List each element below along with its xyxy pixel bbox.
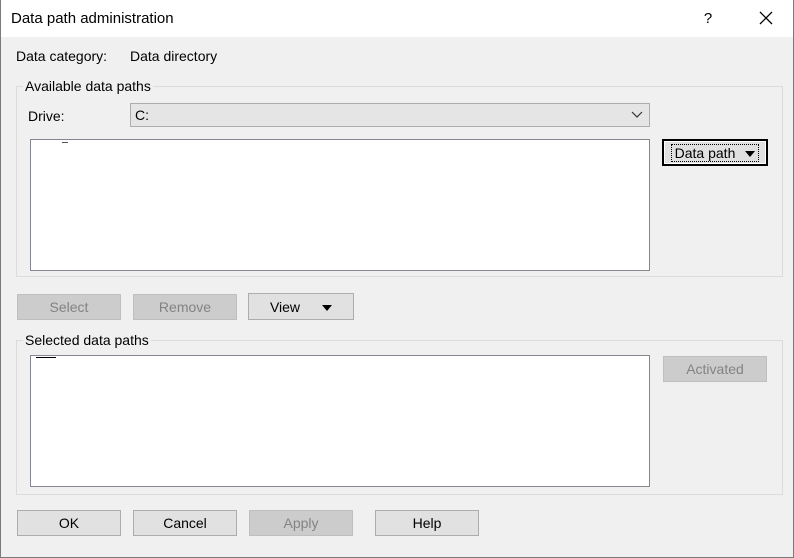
help-button[interactable]: Help bbox=[375, 510, 479, 536]
data-category-label: Data category: bbox=[16, 48, 108, 64]
available-paths-list[interactable] bbox=[30, 139, 650, 271]
tree-expander-icon bbox=[62, 142, 68, 143]
select-label: Select bbox=[49, 299, 89, 315]
drive-label: Drive: bbox=[28, 108, 65, 124]
activated-label: Activated bbox=[686, 361, 744, 377]
dropdown-arrow-icon bbox=[745, 150, 756, 157]
selected-paths-list[interactable] bbox=[30, 355, 650, 487]
activated-button[interactable]: Activated bbox=[663, 356, 767, 382]
cancel-label: Cancel bbox=[163, 515, 207, 531]
available-data-paths-title: Available data paths bbox=[23, 78, 153, 94]
remove-label: Remove bbox=[158, 299, 212, 315]
data-path-label: Data path bbox=[674, 144, 736, 161]
close-icon bbox=[759, 11, 773, 25]
close-button[interactable] bbox=[743, 0, 789, 36]
cancel-button[interactable]: Cancel bbox=[133, 510, 237, 536]
ok-label: OK bbox=[58, 515, 80, 531]
select-button[interactable]: Select bbox=[17, 294, 121, 320]
view-label: View bbox=[269, 298, 301, 315]
list-focus-marker bbox=[36, 357, 56, 358]
drive-value: C: bbox=[135, 107, 149, 123]
question-mark-icon: ? bbox=[703, 9, 713, 27]
remove-button[interactable]: Remove bbox=[133, 294, 237, 320]
data-path-focus: Data path bbox=[670, 143, 760, 162]
view-button[interactable]: View bbox=[248, 293, 354, 320]
apply-label: Apply bbox=[283, 515, 319, 531]
help-title-button[interactable]: ? bbox=[685, 0, 731, 36]
title-bar: Data path administration ? bbox=[1, 0, 793, 37]
data-category-value: Data directory bbox=[130, 48, 218, 64]
help-label: Help bbox=[412, 515, 442, 531]
dropdown-arrow-icon bbox=[322, 304, 333, 311]
ok-button[interactable]: OK bbox=[17, 510, 121, 536]
selected-data-paths-title: Selected data paths bbox=[23, 332, 151, 348]
window-title: Data path administration bbox=[11, 10, 174, 27]
apply-button[interactable]: Apply bbox=[249, 510, 353, 536]
drive-select[interactable]: C: bbox=[130, 103, 650, 127]
data-path-dialog: Data path administration ? Data category… bbox=[0, 0, 794, 558]
chevron-down-icon bbox=[631, 111, 643, 118]
data-path-button[interactable]: Data path bbox=[662, 139, 768, 166]
